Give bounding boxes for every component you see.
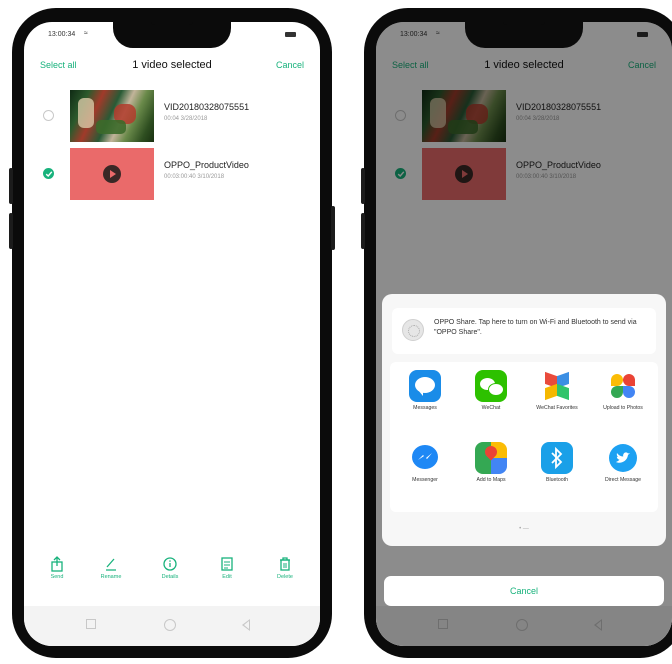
share-cancel-button[interactable]: Cancel — [384, 576, 664, 606]
video-meta: 00:03:00:40 3/10/2018 — [164, 174, 225, 180]
delete-icon — [280, 557, 290, 571]
messages-icon — [409, 370, 441, 402]
app-label: Bluetooth — [546, 477, 568, 483]
wechat-favorites-icon — [541, 370, 573, 402]
rename-label: Rename — [100, 574, 122, 580]
page-indicator: • — — [519, 526, 529, 532]
share-sheet: OPPO Share. Tap here to turn on Wi-Fi an… — [382, 294, 666, 546]
battery-icon — [285, 32, 296, 37]
oppo-share-text: OPPO Share. Tap here to turn on Wi-Fi an… — [434, 319, 637, 336]
phone-left: 13:00:34 ≈ Select all 1 video selected C… — [9, 8, 335, 658]
volume-up-button — [9, 168, 13, 204]
rename-button[interactable]: Rename — [86, 552, 136, 580]
video-meta: 00:04 3/28/2018 — [164, 116, 208, 122]
share-app-twitter-direct-message[interactable]: Direct Message — [592, 442, 654, 484]
share-app-google-maps[interactable]: Add to Maps — [460, 442, 522, 484]
play-icon[interactable] — [103, 165, 121, 183]
google-maps-icon — [475, 442, 507, 474]
twitter-icon — [607, 442, 639, 474]
share-app-bluetooth[interactable]: Bluetooth — [526, 442, 588, 484]
video-name: VID20180328075551 — [164, 102, 250, 112]
wechat-icon — [475, 370, 507, 402]
bluetooth-glyph — [551, 447, 563, 469]
share-app-messenger[interactable]: Messenger — [394, 442, 456, 484]
edit-label: Edit — [222, 574, 232, 580]
recents-icon[interactable] — [86, 619, 96, 629]
notch — [113, 22, 231, 48]
power-button — [331, 206, 335, 250]
video-thumbnail[interactable] — [70, 90, 154, 142]
app-label: WeChat Favorites — [536, 405, 578, 411]
checkmark-icon — [45, 171, 53, 178]
system-nav-bar — [24, 606, 320, 646]
twitter-bird — [616, 452, 630, 463]
screen-left: 13:00:34 ≈ Select all 1 video selected C… — [24, 22, 320, 646]
rename-icon — [106, 558, 116, 571]
app-label: Add to Maps — [476, 477, 506, 483]
video-thumbnail[interactable] — [70, 148, 154, 200]
select-radio[interactable] — [43, 110, 54, 121]
oppo-share-icon — [402, 319, 424, 341]
screen-right: 13:00:34 ≈ Select all 1 video selected C… — [376, 22, 672, 646]
messenger-icon — [409, 442, 441, 474]
share-app-messages[interactable]: Messages — [394, 370, 456, 412]
app-label: WeChat — [481, 405, 501, 411]
details-label: Details — [161, 574, 179, 580]
share-app-wechat[interactable]: WeChat — [460, 370, 522, 412]
wifi-icon: ≈ — [84, 30, 88, 37]
cancel-button[interactable]: Cancel — [276, 60, 304, 70]
list-item[interactable]: OPPO_ProductVideo 00:03:00:40 3/10/2018 — [24, 146, 320, 202]
notch — [465, 22, 583, 48]
edit-button[interactable]: Edit — [202, 552, 252, 580]
details-icon — [163, 557, 177, 571]
thumb-detail — [78, 98, 94, 128]
bottom-toolbar: Send Rename Details Edit Delete — [24, 552, 320, 602]
volume-up-button — [361, 168, 365, 204]
app-label: Messenger — [412, 477, 438, 483]
app-label: Direct Message — [604, 477, 642, 483]
selection-header: Select all 1 video selected Cancel — [24, 52, 320, 80]
oppo-share-banner[interactable]: OPPO Share. Tap here to turn on Wi-Fi an… — [392, 308, 656, 354]
send-label: Send — [50, 574, 64, 580]
share-app-grid: Messages WeChat WeChat Favorites Upload … — [390, 362, 658, 512]
video-name: OPPO_ProductVideo — [164, 160, 249, 170]
status-time: 13:00:34 — [48, 31, 76, 38]
share-app-google-photos[interactable]: Upload to Photos — [592, 370, 654, 412]
select-radio-checked[interactable] — [43, 168, 54, 179]
edit-icon — [221, 557, 233, 571]
details-button[interactable]: Details — [145, 552, 195, 580]
home-icon[interactable] — [164, 619, 176, 631]
send-button[interactable]: Send — [32, 552, 82, 580]
send-icon — [51, 556, 63, 572]
google-photos-icon — [607, 370, 639, 402]
share-app-wechat-favorites[interactable]: WeChat Favorites — [526, 370, 588, 412]
phone-right: 13:00:34 ≈ Select all 1 video selected C… — [361, 8, 672, 658]
app-label: Upload to Photos — [603, 405, 643, 411]
thumb-detail — [96, 120, 126, 134]
delete-label: Delete — [277, 574, 293, 580]
bluetooth-icon — [541, 442, 573, 474]
volume-down-button — [9, 213, 13, 249]
app-label: Messages — [413, 405, 437, 411]
volume-down-button — [361, 213, 365, 249]
back-icon[interactable] — [242, 619, 250, 631]
messenger-bolt — [418, 453, 432, 460]
list-item[interactable]: VID20180328075551 00:04 3/28/2018 — [24, 88, 320, 144]
delete-button[interactable]: Delete — [260, 552, 310, 580]
